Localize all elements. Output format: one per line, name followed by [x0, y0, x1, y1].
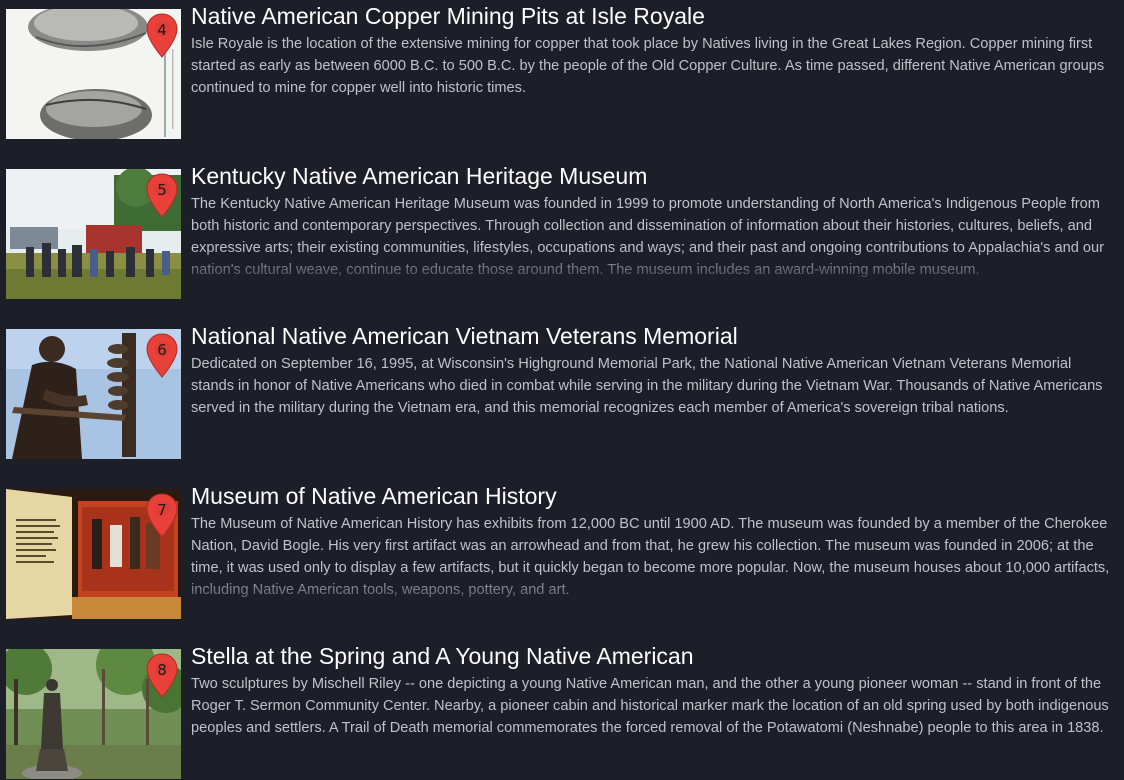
place-thumbnail[interactable]: 5: [6, 169, 181, 299]
place-thumbnail[interactable]: 4: [6, 9, 181, 139]
place-description: Dedicated on September 16, 1995, at Wisc…: [191, 356, 1103, 416]
list-item[interactable]: 8 Stella at the Spring and A Young Nativ…: [0, 643, 1124, 780]
map-marker-pin[interactable]: 6: [145, 333, 179, 379]
list-item[interactable]: 7 Museum of Native American History The …: [0, 483, 1124, 629]
map-marker-pin[interactable]: 8: [145, 653, 179, 699]
map-marker-pin[interactable]: 5: [145, 173, 179, 219]
place-title[interactable]: Kentucky Native American Heritage Museum: [191, 161, 647, 191]
map-marker-pin[interactable]: 4: [145, 13, 179, 59]
map-marker-pin[interactable]: 7: [145, 493, 179, 539]
place-description: The Kentucky Native American Heritage Mu…: [191, 196, 1104, 278]
place-title[interactable]: National Native American Vietnam Veteran…: [191, 321, 738, 351]
place-thumbnail[interactable]: 7: [6, 489, 181, 619]
list-item[interactable]: 5 Kentucky Native American Heritage Muse…: [0, 163, 1124, 309]
place-description: Two sculptures by Mischell Riley -- one …: [191, 676, 1109, 736]
place-title[interactable]: Native American Copper Mining Pits at Is…: [191, 1, 705, 31]
place-title[interactable]: Stella at the Spring and A Young Native …: [191, 641, 694, 671]
place-title[interactable]: Museum of Native American History: [191, 481, 557, 511]
place-thumbnail[interactable]: 8: [6, 649, 181, 779]
marker-number: 5: [157, 181, 167, 199]
place-thumbnail[interactable]: 6: [6, 329, 181, 459]
list-item[interactable]: 4 Native American Copper Mining Pits at …: [0, 3, 1124, 149]
marker-number: 6: [157, 341, 167, 359]
place-description: Isle Royale is the location of the exten…: [191, 36, 1105, 96]
marker-number: 8: [157, 661, 167, 679]
marker-number: 7: [157, 501, 167, 519]
places-list: 4 Native American Copper Mining Pits at …: [0, 0, 1124, 780]
marker-number: 4: [157, 21, 167, 39]
list-item[interactable]: 6 National Native American Vietnam Veter…: [0, 323, 1124, 469]
place-description: The Museum of Native American History ha…: [191, 516, 1110, 598]
